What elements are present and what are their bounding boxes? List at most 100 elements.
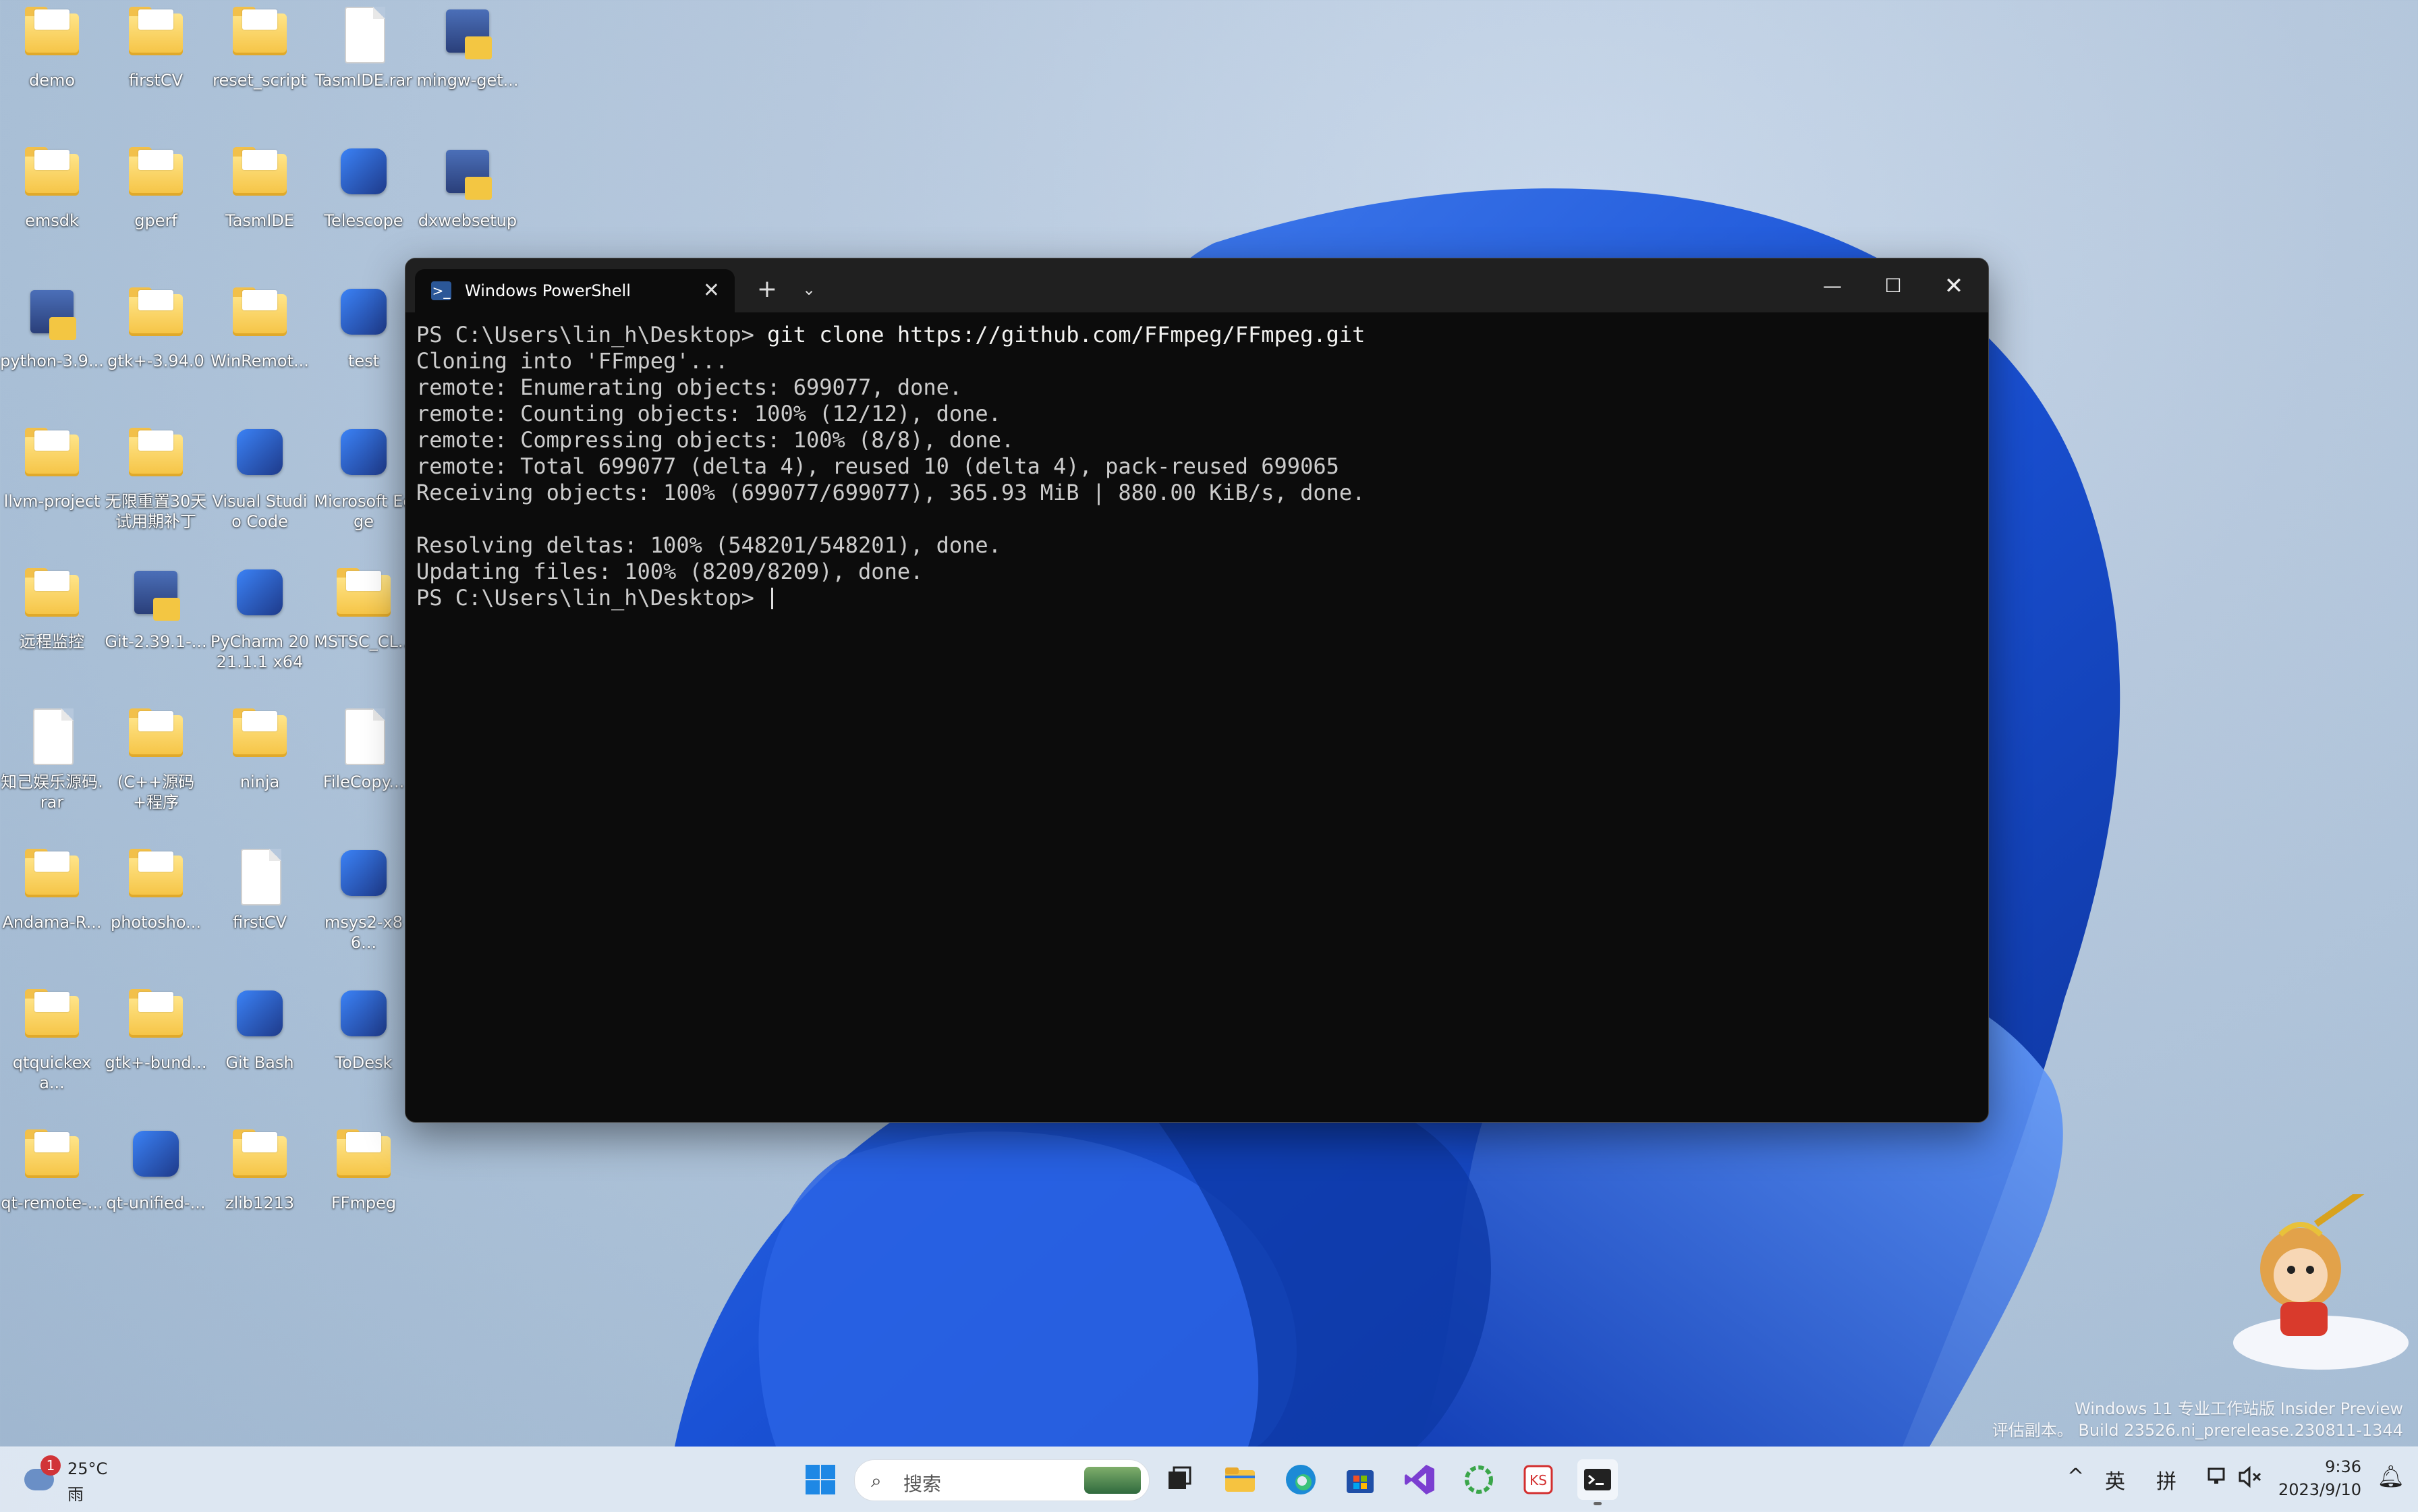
weather-widget[interactable]: 1 25°C 雨: [20, 1454, 121, 1505]
desktop-icon-label: gtk+-bund...: [105, 1053, 207, 1072]
desktop-icon[interactable]: photosho...: [104, 842, 208, 932]
desktop-icon[interactable]: dxwebsetup: [416, 140, 519, 231]
desktop-icon[interactable]: 远程监控: [0, 561, 104, 652]
ime-language-indicator[interactable]: 英: [2105, 1465, 2125, 1494]
network-icon[interactable]: [2206, 1465, 2230, 1494]
app-icon: [331, 424, 396, 488]
desktop-icon[interactable]: emsdk: [0, 140, 104, 231]
document-icon: [227, 845, 292, 909]
windows-watermark: Windows 11 专业工作站版 Insider Preview 评估副本。 …: [1992, 1398, 2403, 1441]
desktop-icon[interactable]: (C++源码+程序: [104, 702, 208, 812]
network-glyph: [2208, 1467, 2225, 1484]
search-input[interactable]: ⌕ 搜索: [854, 1459, 1150, 1501]
title-bar[interactable]: >_ Windows PowerShell ✕ + ⌄ — ☐ ✕: [405, 258, 1988, 312]
red-app-icon: KS: [1523, 1465, 1553, 1494]
ring-app-icon: [1465, 1465, 1493, 1494]
desktop-icon-label: 无限重置30天试用期补丁: [105, 492, 207, 531]
tab-windows-powershell[interactable]: >_ Windows PowerShell ✕: [415, 269, 735, 312]
desktop-icon[interactable]: ToDesk: [312, 982, 416, 1073]
desktop-icon[interactable]: demo: [0, 0, 104, 90]
desktop-icon[interactable]: ninja: [208, 702, 312, 792]
desktop-icon-label: python-3.9...: [0, 352, 104, 370]
chevron-down-icon[interactable]: ⌄: [793, 275, 825, 304]
desktop-icon-label: firstCV: [232, 913, 287, 932]
new-tab-button[interactable]: +: [751, 275, 783, 304]
installer-icon: [20, 283, 84, 348]
file-explorer-button[interactable]: [1220, 1459, 1260, 1500]
desktop-icon[interactable]: mingw-get...: [416, 0, 519, 90]
output-line: Receiving objects: 100% (699077/699077),…: [416, 480, 1366, 505]
desktop-icon[interactable]: TasmIDE.rar: [312, 0, 416, 90]
folder-icon: [20, 985, 84, 1050]
edge-button[interactable]: [1281, 1459, 1321, 1500]
desktop-icon[interactable]: TasmIDE: [208, 140, 312, 231]
output-line: Cloning into 'FFmpeg'...: [416, 348, 729, 374]
taskbar: 1 25°C 雨 ⌕ 搜索 KS ^ 英 拼 9:36 2023/9/10 🔔︎: [0, 1447, 2418, 1512]
desktop-icon-label: test: [347, 352, 380, 370]
speaker-glyph: [2239, 1465, 2261, 1488]
desktop-icon[interactable]: 知己娱乐源码.rar: [0, 702, 104, 812]
desktop-icon[interactable]: FFmpeg: [312, 1123, 416, 1213]
document-icon: [20, 704, 84, 769]
close-window-button[interactable]: ✕: [1923, 268, 1984, 304]
start-button[interactable]: [800, 1459, 841, 1500]
desktop-icon[interactable]: WinRemot...: [208, 281, 312, 371]
desktop-icon[interactable]: msys2-x86...: [312, 842, 416, 953]
notification-bell-icon[interactable]: 🔔︎: [2377, 1463, 2405, 1489]
desktop-icon[interactable]: Git-2.39.1-...: [104, 561, 208, 652]
desktop-icon[interactable]: zlib1213: [208, 1123, 312, 1213]
store-button[interactable]: [1340, 1459, 1380, 1500]
desktop-icon[interactable]: qt-unified-...: [104, 1123, 208, 1213]
svg-text:KS: KS: [1529, 1472, 1547, 1488]
desktop-icon-label: dxwebsetup: [418, 211, 517, 230]
desktop-icon[interactable]: gtk+-3.94.0: [104, 281, 208, 371]
desktop-icon[interactable]: python-3.9...: [0, 281, 104, 371]
desktop-icon-label: PyCharm 2021.1.1 x64: [210, 632, 310, 671]
desktop-icon-label: Andama-R...: [2, 913, 102, 932]
desktop-icon-label: ToDesk: [335, 1053, 393, 1072]
desktop-icon[interactable]: llvm-project: [0, 421, 104, 511]
show-hidden-icons-button[interactable]: ^: [2067, 1465, 2084, 1488]
clock[interactable]: 9:36 2023/9/10: [2278, 1455, 2361, 1501]
desktop-icon-label: Git Bash: [225, 1053, 294, 1072]
desktop-icon[interactable]: Git Bash: [208, 982, 312, 1073]
prompt: PS C:\Users\lin_h\Desktop>: [416, 322, 754, 347]
desktop-icon[interactable]: firstCV: [104, 0, 208, 90]
terminal-button[interactable]: [1577, 1459, 1618, 1505]
folder-icon: [20, 3, 84, 67]
terminal-window[interactable]: >_ Windows PowerShell ✕ + ⌄ — ☐ ✕ PS C:\…: [405, 258, 1989, 1123]
desktop-icon[interactable]: Visual Studio Code: [208, 421, 312, 532]
folder-icon: [227, 143, 292, 208]
desktop-icon[interactable]: 无限重置30天试用期补丁: [104, 421, 208, 532]
desktop-icon[interactable]: Microsoft Edge: [312, 421, 416, 532]
app-icon: [123, 1125, 188, 1190]
ring-app-button[interactable]: [1459, 1459, 1499, 1500]
desktop-icon[interactable]: MSTSC_CL...: [312, 561, 416, 652]
volume-muted-icon[interactable]: [2237, 1465, 2264, 1494]
desktop-icon[interactable]: qt-remote-...: [0, 1123, 104, 1213]
desktop-icon[interactable]: Andama-R...: [0, 842, 104, 932]
visual-studio-button[interactable]: [1399, 1459, 1440, 1500]
maximize-button[interactable]: ☐: [1863, 268, 1923, 304]
desktop-icon-label: WinRemot...: [210, 352, 309, 370]
weather-temperature: 25°C: [67, 1459, 108, 1478]
minimize-button[interactable]: —: [1802, 268, 1863, 304]
close-tab-icon[interactable]: ✕: [703, 269, 720, 312]
red-app-button[interactable]: KS: [1518, 1459, 1558, 1500]
desktop-icon[interactable]: Telescope: [312, 140, 416, 231]
desktop-icon[interactable]: FileCopy...: [312, 702, 416, 792]
desktop-icon[interactable]: gtk+-bund...: [104, 982, 208, 1073]
desktop-icon-label: qt-unified-...: [106, 1194, 206, 1212]
desktop-icon[interactable]: firstCV: [208, 842, 312, 932]
task-view-button[interactable]: [1159, 1459, 1200, 1500]
desktop-icon-label: qt-remote-...: [1, 1194, 103, 1212]
notification-badge: 1: [40, 1455, 61, 1476]
desktop-icon[interactable]: gperf: [104, 140, 208, 231]
desktop-icon[interactable]: PyCharm 2021.1.1 x64: [208, 561, 312, 672]
ime-mode-indicator[interactable]: 拼: [2156, 1465, 2176, 1494]
desktop-icon-label: Microsoft Edge: [314, 492, 414, 531]
console-output[interactable]: PS C:\Users\lin_h\Desktop> git clone htt…: [416, 322, 1977, 1122]
desktop-icon[interactable]: test: [312, 281, 416, 371]
desktop-icon[interactable]: reset_script: [208, 0, 312, 90]
desktop-icon[interactable]: qtquickexa...: [0, 982, 104, 1093]
